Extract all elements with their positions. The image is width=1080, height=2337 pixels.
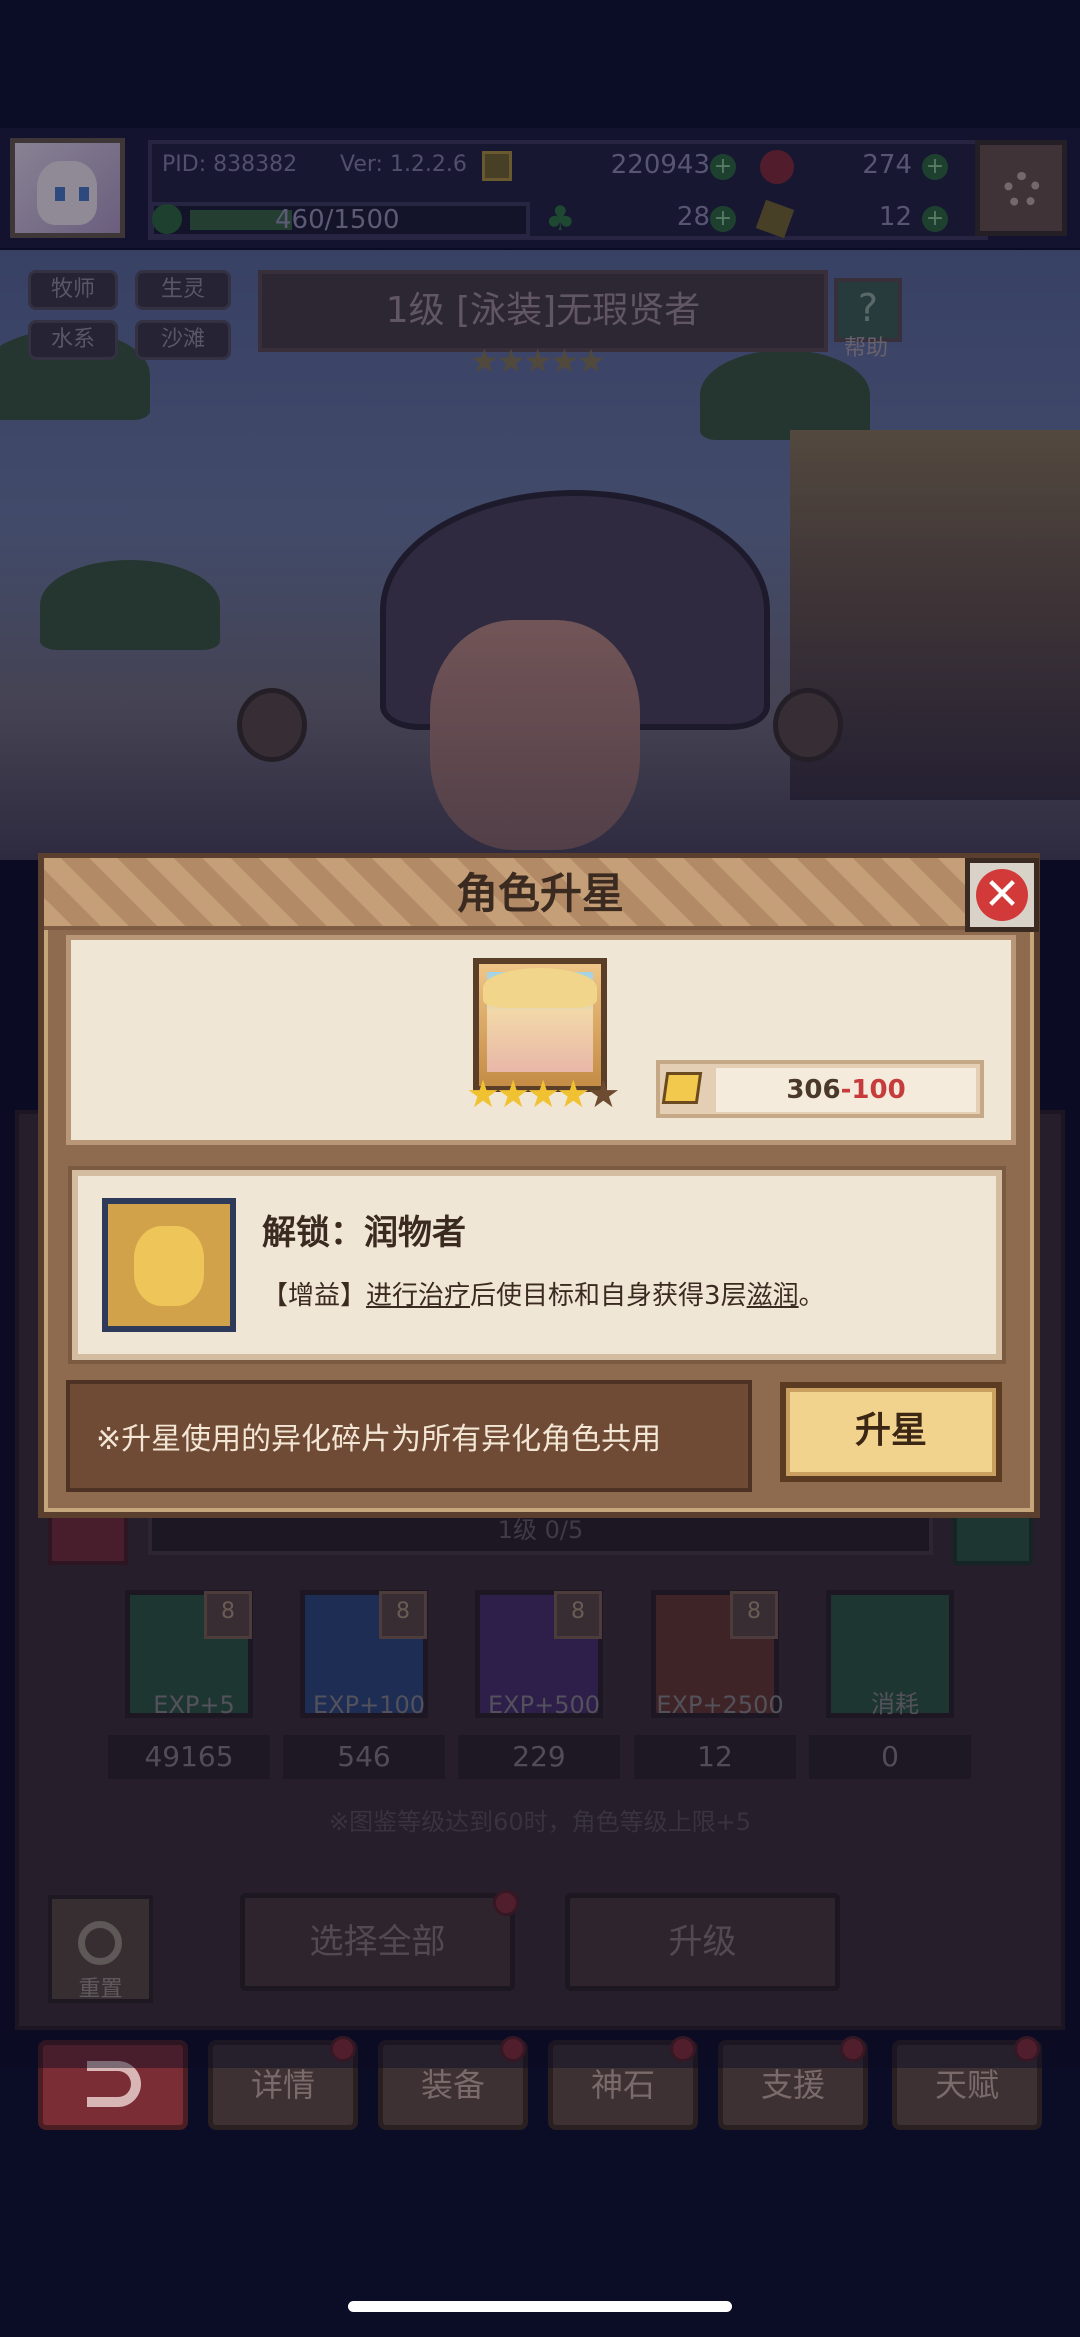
unlock-title: 解锁：润物者 [262, 1213, 466, 1253]
dialog-star-rating: ★★★★★ [466, 1072, 620, 1116]
home-indicator[interactable] [348, 2301, 732, 2312]
shard-cost-amount: -100 [840, 1075, 906, 1105]
heal-keyword-link[interactable]: 进行治疗 [366, 1281, 470, 1311]
skill-shape [134, 1226, 204, 1306]
star-filled-icon: ★ [526, 1072, 560, 1116]
shard-icon [661, 1072, 703, 1104]
star-empty-icon: ★ [586, 1072, 620, 1116]
shared-shard-note: ※升星使用的异化碎片为所有异化角色共用 [96, 1422, 662, 1457]
close-icon: ✕ [976, 869, 1028, 921]
star-up-button[interactable]: 升星 [780, 1382, 1002, 1482]
star-filled-icon: ★ [496, 1072, 530, 1116]
portrait-hat [483, 968, 597, 1008]
skill-icon [102, 1198, 236, 1332]
star-filled-icon: ★ [556, 1072, 590, 1116]
shard-have: 306 [786, 1075, 841, 1105]
close-button[interactable]: ✕ [965, 858, 1039, 932]
dialog-title: 角色升星 [455, 869, 624, 918]
desc-prefix: 【增益】 [262, 1281, 367, 1311]
skill-description: 【增益】进行治疗后使目标和自身获得3层滋润。 [262, 1275, 825, 1312]
desc-middle: 后使目标和自身获得3层 [470, 1281, 747, 1311]
shard-cost: 306-100 [716, 1068, 976, 1112]
star-filled-icon: ★ [466, 1072, 500, 1116]
nourish-keyword-link[interactable]: 滋润 [747, 1281, 799, 1311]
desc-end: 。 [798, 1281, 825, 1311]
